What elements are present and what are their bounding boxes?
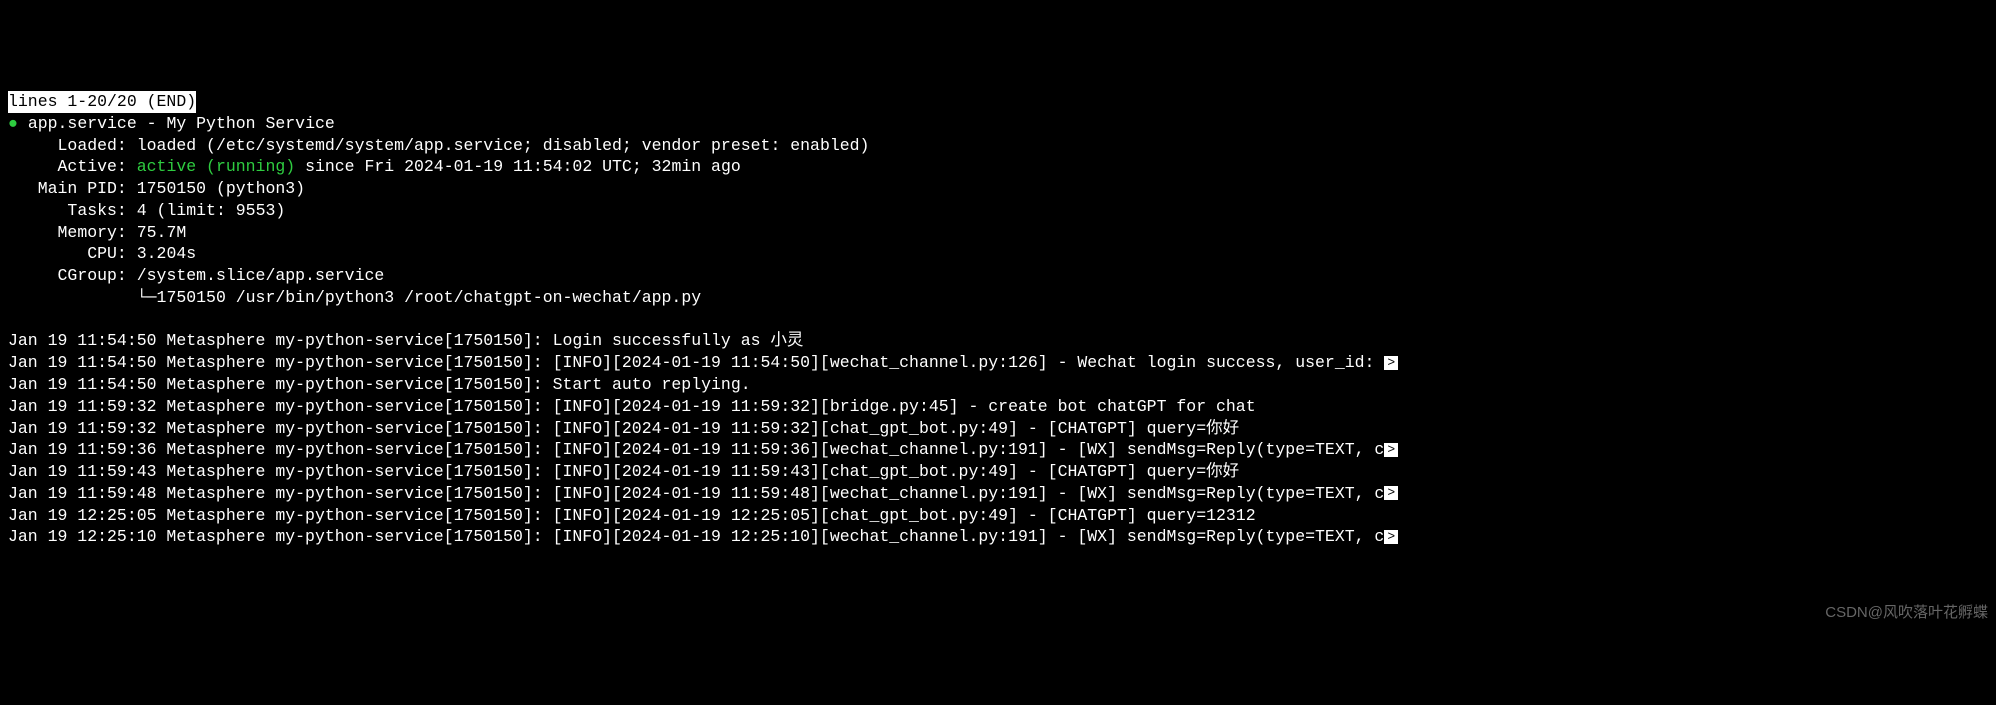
log-line: Jan 19 11:54:50 Metasphere my-python-ser… (8, 375, 751, 394)
memory-label: Memory: (58, 223, 127, 242)
journal-logs: Jan 19 11:54:50 Metasphere my-python-ser… (8, 330, 1988, 548)
log-line: Jan 19 11:54:50 Metasphere my-python-ser… (8, 353, 1384, 372)
main-pid-value: 1750150 (python3) (137, 179, 305, 198)
pager-status: lines 1-20/20 (END) (8, 91, 196, 113)
unit-description: My Python Service (166, 114, 334, 133)
tasks-label: Tasks: (67, 201, 126, 220)
log-line: Jan 19 12:25:10 Metasphere my-python-ser… (8, 527, 1384, 546)
active-state: active (running) (137, 157, 295, 176)
cgroup-tree: └─1750150 /usr/bin/python3 /root/chatgpt… (137, 288, 701, 307)
main-pid-label: Main PID: (38, 179, 127, 198)
log-line: Jan 19 11:59:48 Metasphere my-python-ser… (8, 484, 1384, 503)
line-continuation-icon: > (1384, 530, 1398, 544)
log-line: Jan 19 11:59:32 Metasphere my-python-ser… (8, 397, 1256, 416)
log-line: Jan 19 11:59:43 Metasphere my-python-ser… (8, 462, 1239, 481)
cpu-label: CPU: (87, 244, 127, 263)
loaded-value: loaded (/etc/systemd/system/app.service;… (137, 136, 870, 155)
cgroup-label: CGroup: (58, 266, 127, 285)
log-line: Jan 19 12:25:05 Metasphere my-python-ser… (8, 506, 1256, 525)
line-continuation-icon: > (1384, 356, 1398, 370)
memory-value: 75.7M (137, 223, 187, 242)
cpu-value: 3.204s (137, 244, 196, 263)
log-line: Jan 19 11:54:50 Metasphere my-python-ser… (8, 331, 803, 350)
line-continuation-icon: > (1384, 486, 1398, 500)
watermark: CSDN@风吹落叶花孵蝶 (1825, 603, 1988, 623)
active-label: Active: (58, 157, 127, 176)
log-line: Jan 19 11:59:32 Metasphere my-python-ser… (8, 419, 1239, 438)
tasks-value: 4 (limit: 9553) (137, 201, 286, 220)
line-continuation-icon: > (1384, 443, 1398, 457)
active-since: since Fri 2024-01-19 11:54:02 UTC; 32min… (305, 157, 741, 176)
loaded-label: Loaded: (58, 136, 127, 155)
cgroup-value: /system.slice/app.service (137, 266, 385, 285)
terminal-output[interactable]: lines 1-20/20 (END) ● app.service - My P… (8, 91, 1988, 548)
unit-name: app.service (28, 114, 137, 133)
log-line: Jan 19 11:59:36 Metasphere my-python-ser… (8, 440, 1384, 459)
unit-status-dot-icon: ● (8, 114, 18, 133)
